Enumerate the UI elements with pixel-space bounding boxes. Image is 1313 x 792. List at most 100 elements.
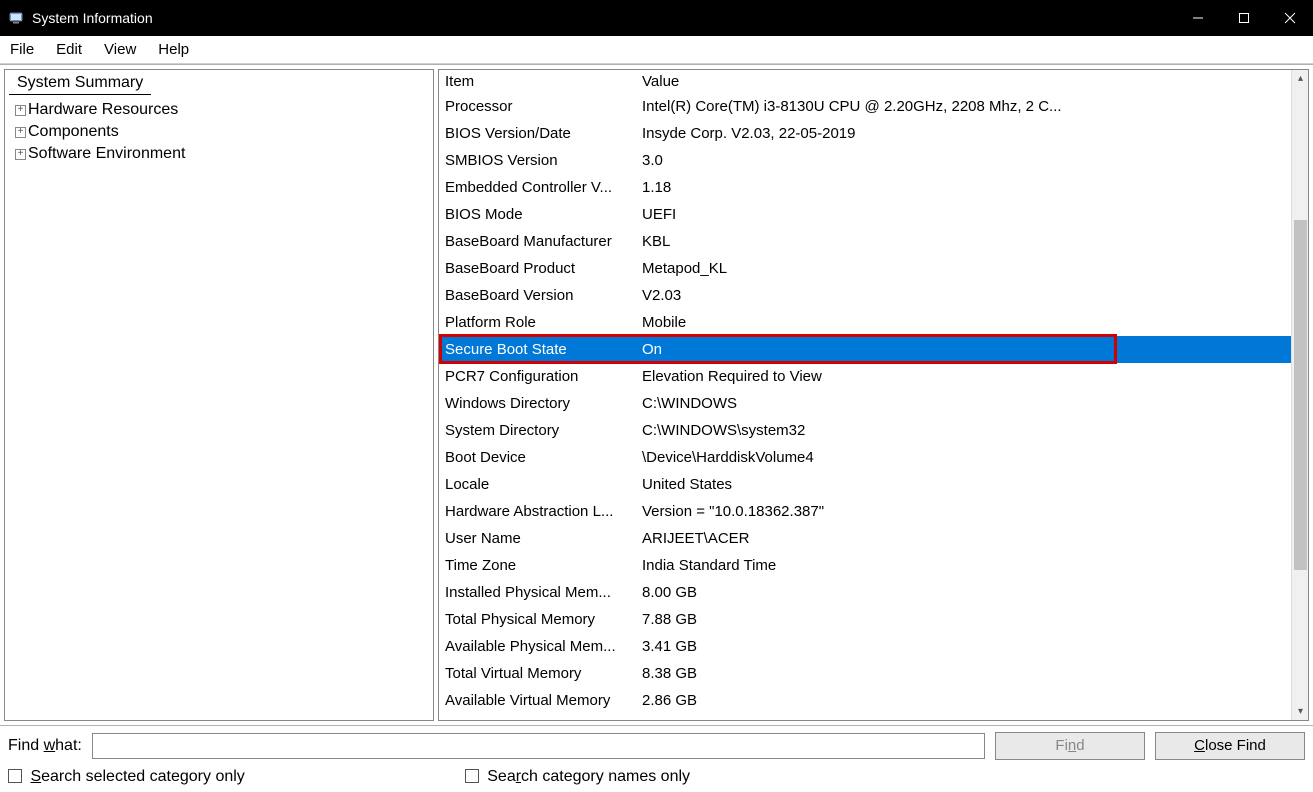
tree-item-hardware-resources[interactable]: + Hardware Resources — [5, 99, 433, 121]
close-button[interactable] — [1267, 0, 1313, 36]
table-row[interactable]: Available Physical Mem...3.41 GB — [439, 633, 1291, 660]
cell-value: Insyde Corp. V2.03, 22-05-2019 — [636, 125, 1291, 142]
cell-item: System Directory — [439, 422, 636, 439]
cell-item: Time Zone — [439, 557, 636, 574]
cell-item: PCR7 Configuration — [439, 368, 636, 385]
minimize-button[interactable] — [1175, 0, 1221, 36]
table-row[interactable]: LocaleUnited States — [439, 471, 1291, 498]
table-row[interactable]: SMBIOS Version3.0 — [439, 147, 1291, 174]
column-header-value[interactable]: Value — [636, 70, 1291, 93]
cell-value: 8.38 GB — [636, 665, 1291, 682]
cell-value: C:\WINDOWS\system32 — [636, 422, 1291, 439]
find-button[interactable]: Find — [995, 732, 1145, 760]
tree-header[interactable]: System Summary — [9, 70, 151, 95]
table-row[interactable]: PCR7 ConfigurationElevation Required to … — [439, 363, 1291, 390]
maximize-button[interactable] — [1221, 0, 1267, 36]
checkbox-icon — [8, 769, 22, 783]
window-controls — [1175, 0, 1313, 36]
table-row[interactable]: Boot Device\Device\HarddiskVolume4 — [439, 444, 1291, 471]
cell-value: Intel(R) Core(TM) i3-8130U CPU @ 2.20GHz… — [636, 98, 1291, 115]
vertical-scrollbar[interactable]: ▴ ▾ — [1291, 70, 1308, 720]
column-header-item[interactable]: Item — [439, 70, 636, 93]
title-bar: System Information — [0, 0, 1313, 36]
find-label: Find what: — [8, 737, 82, 755]
cell-item: Processor — [439, 98, 636, 115]
cell-item: Secure Boot State — [439, 341, 636, 358]
tree-item-components[interactable]: + Components — [5, 121, 433, 143]
cell-item: BIOS Version/Date — [439, 125, 636, 142]
cell-item: Boot Device — [439, 449, 636, 466]
cell-value: 8.00 GB — [636, 584, 1291, 601]
cell-value: United States — [636, 476, 1291, 493]
close-find-button[interactable]: Close Find — [1155, 732, 1305, 760]
cell-value: 1.18 — [636, 179, 1291, 196]
expand-icon[interactable]: + — [15, 105, 26, 116]
tree-pane: System Summary + Hardware Resources + Co… — [4, 69, 434, 721]
table-row[interactable]: Time ZoneIndia Standard Time — [439, 552, 1291, 579]
search-category-names-checkbox[interactable]: Search category names only — [465, 768, 690, 786]
checkbox-icon — [465, 769, 479, 783]
tree-item-label: Software Environment — [28, 145, 185, 163]
table-row[interactable]: Hardware Abstraction L...Version = "10.0… — [439, 498, 1291, 525]
menu-view[interactable]: View — [100, 39, 140, 60]
cell-item: Embedded Controller V... — [439, 179, 636, 196]
menu-file[interactable]: File — [6, 39, 38, 60]
cell-item: Platform Role — [439, 314, 636, 331]
cell-item: BaseBoard Manufacturer — [439, 233, 636, 250]
table-row[interactable]: BaseBoard ManufacturerKBL — [439, 228, 1291, 255]
scroll-up-icon[interactable]: ▴ — [1292, 70, 1309, 87]
cell-item: Installed Physical Mem... — [439, 584, 636, 601]
main-area: System Summary + Hardware Resources + Co… — [0, 64, 1313, 725]
tree-item-label: Components — [28, 123, 119, 141]
cell-value: UEFI — [636, 206, 1291, 223]
menu-help[interactable]: Help — [154, 39, 193, 60]
tree-item-software-environment[interactable]: + Software Environment — [5, 143, 433, 165]
table-row[interactable]: User NameARIJEET\ACER — [439, 525, 1291, 552]
table-pane: Item Value ProcessorIntel(R) Core(TM) i3… — [438, 69, 1309, 721]
table-row[interactable]: BIOS Version/DateInsyde Corp. V2.03, 22-… — [439, 120, 1291, 147]
table-row[interactable]: Secure Boot StateOn — [439, 336, 1291, 363]
cell-item: User Name — [439, 530, 636, 547]
cell-value: KBL — [636, 233, 1291, 250]
table-row[interactable]: Installed Physical Mem...8.00 GB — [439, 579, 1291, 606]
app-icon — [8, 10, 24, 26]
find-input[interactable] — [92, 733, 985, 759]
cell-item: Available Physical Mem... — [439, 638, 636, 655]
table-row[interactable]: Windows DirectoryC:\WINDOWS — [439, 390, 1291, 417]
cell-value: 2.86 GB — [636, 692, 1291, 709]
scroll-down-icon[interactable]: ▾ — [1292, 703, 1309, 720]
window-title: System Information — [32, 10, 153, 26]
table-row[interactable]: BaseBoard VersionV2.03 — [439, 282, 1291, 309]
table-row[interactable]: Embedded Controller V...1.18 — [439, 174, 1291, 201]
tree-item-label: Hardware Resources — [28, 101, 178, 119]
cell-value: 3.41 GB — [636, 638, 1291, 655]
cell-item: BIOS Mode — [439, 206, 636, 223]
table-row[interactable]: System DirectoryC:\WINDOWS\system32 — [439, 417, 1291, 444]
cell-item: Hardware Abstraction L... — [439, 503, 636, 520]
menu-bar: File Edit View Help — [0, 36, 1313, 64]
cell-value: Version = "10.0.18362.387" — [636, 503, 1291, 520]
expand-icon[interactable]: + — [15, 127, 26, 138]
table-row[interactable]: BIOS ModeUEFI — [439, 201, 1291, 228]
cell-item: BaseBoard Version — [439, 287, 636, 304]
table-row[interactable]: ProcessorIntel(R) Core(TM) i3-8130U CPU … — [439, 93, 1291, 120]
cell-value: \Device\HarddiskVolume4 — [636, 449, 1291, 466]
expand-icon[interactable]: + — [15, 149, 26, 160]
cell-item: SMBIOS Version — [439, 152, 636, 169]
cell-item: Windows Directory — [439, 395, 636, 412]
cell-value: 7.88 GB — [636, 611, 1291, 628]
search-bar: Find what: Find Close Find Search select… — [0, 725, 1313, 792]
cell-value: V2.03 — [636, 287, 1291, 304]
table-row[interactable]: Total Virtual Memory8.38 GB — [439, 660, 1291, 687]
table-body: Item Value ProcessorIntel(R) Core(TM) i3… — [439, 70, 1291, 720]
cell-value: On — [636, 341, 1291, 358]
cell-item: Available Virtual Memory — [439, 692, 636, 709]
scroll-thumb[interactable] — [1294, 220, 1307, 570]
cell-item: Total Virtual Memory — [439, 665, 636, 682]
table-row[interactable]: BaseBoard ProductMetapod_KL — [439, 255, 1291, 282]
table-row[interactable]: Total Physical Memory7.88 GB — [439, 606, 1291, 633]
search-selected-category-checkbox[interactable]: Search selected category only — [8, 768, 245, 786]
table-row[interactable]: Platform RoleMobile — [439, 309, 1291, 336]
table-row[interactable]: Available Virtual Memory2.86 GB — [439, 687, 1291, 714]
menu-edit[interactable]: Edit — [52, 39, 86, 60]
